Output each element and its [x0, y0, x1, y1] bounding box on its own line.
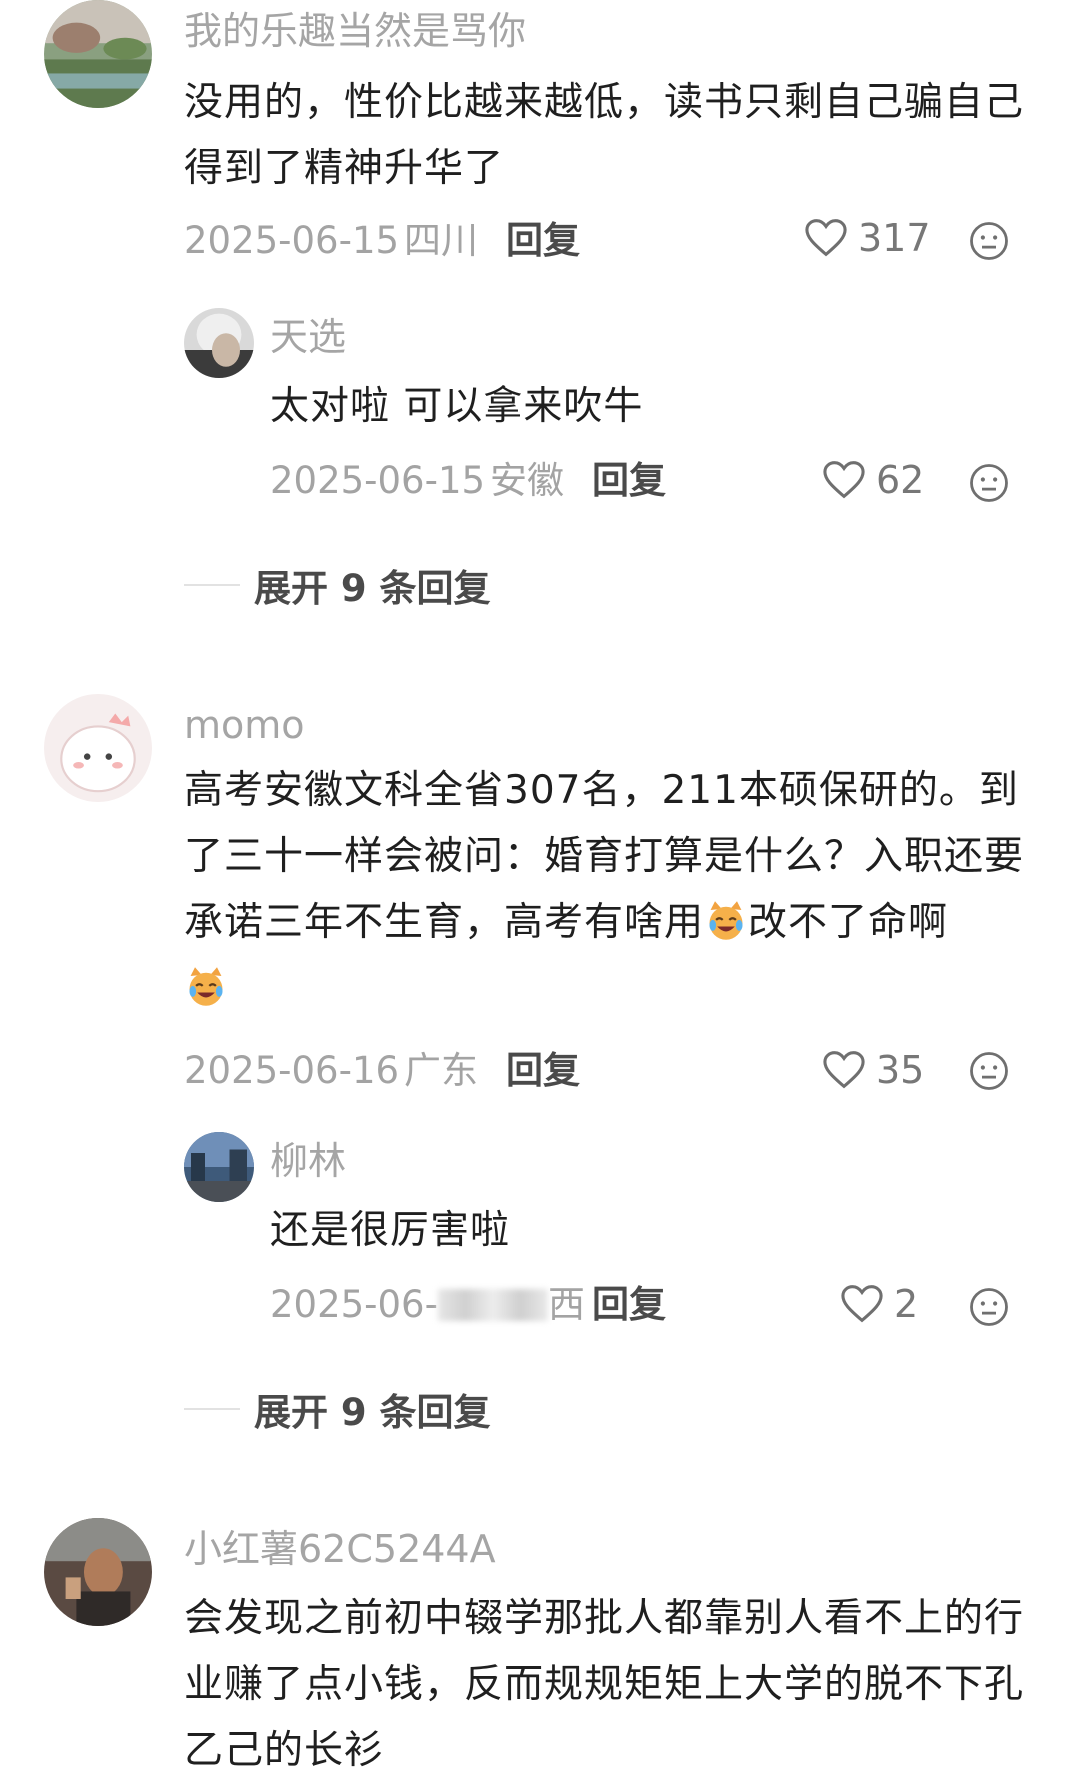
reply-date: 2025-06-15: [270, 459, 486, 502]
comment-text: 没用的，性价比越来越低，读书只剩自己骗自己得到了精神升华了: [184, 80, 1025, 191]
like-button[interactable]: 35: [822, 1050, 924, 1090]
neutral-face-icon[interactable]: [968, 1286, 1010, 1328]
like-count: 35: [876, 1048, 925, 1092]
comment-location: 广东: [404, 1049, 478, 1092]
heart-outline-icon: [841, 1285, 883, 1323]
comment-location: 四川: [404, 219, 478, 262]
like-button[interactable]: 317: [804, 218, 931, 258]
like-button[interactable]: 2: [840, 1284, 918, 1324]
comment-text-part2: 改不了命啊: [748, 900, 949, 945]
selfie-avatar-image: [44, 1518, 152, 1626]
heart-outline-icon: [805, 219, 847, 257]
crying-laughing-cat-emoji: [189, 967, 223, 1006]
username[interactable]: 小红薯62C5244A: [184, 1530, 496, 1568]
username[interactable]: momo: [184, 706, 305, 744]
reply-location-partial: 西: [547, 1283, 585, 1326]
username[interactable]: 我的乐趣当然是骂你: [184, 12, 526, 50]
neutral-face-icon[interactable]: [968, 1050, 1010, 1092]
divider-line: [184, 1408, 240, 1410]
comment-text: 高考安徽文科全省307名，211本硕保研的。到了三十一样会被问：婚育打算是什么？…: [184, 758, 1036, 1022]
like-count: 2: [894, 1282, 919, 1326]
expand-replies-button[interactable]: 展开 9 条回复: [184, 558, 491, 612]
reply-button[interactable]: 回复: [506, 222, 580, 259]
blurred-region: [437, 1289, 548, 1321]
like-count: 317: [858, 216, 931, 260]
expand-label: 展开 9 条回复: [254, 567, 491, 610]
street-avatar-image: [184, 1132, 254, 1202]
neutral-face-icon[interactable]: [968, 220, 1010, 262]
neutral-face-icon[interactable]: [968, 462, 1010, 504]
comment-date: 2025-06-15: [184, 219, 400, 262]
divider-line: [184, 584, 240, 586]
reply-button[interactable]: 回复: [592, 1286, 666, 1323]
expand-replies-button[interactable]: 展开 9 条回复: [184, 1382, 491, 1436]
reply-text: 太对啦 可以拿来吹牛: [270, 384, 644, 429]
reply-username[interactable]: 柳林: [270, 1142, 346, 1180]
avatar[interactable]: [44, 0, 152, 108]
comment-text: 会发现之前初中辍学那批人都靠别人看不上的行业赚了点小钱，反而规规矩矩上大学的脱不…: [184, 1596, 1025, 1773]
comment-date: 2025-06-16: [184, 1049, 400, 1092]
reply-date: 2025-06- 西: [270, 1286, 585, 1323]
heart-outline-icon: [823, 461, 865, 499]
avatar[interactable]: [44, 694, 152, 802]
like-count: 62: [876, 458, 925, 502]
reply-username[interactable]: 天选: [270, 318, 346, 356]
avatar[interactable]: [44, 1518, 152, 1626]
person-avatar-image: [184, 308, 254, 378]
reply-location: 安徽: [490, 459, 564, 502]
reply-date-partial: 2025-06-: [270, 1283, 438, 1326]
landscape-avatar-image: [44, 0, 152, 108]
heart-outline-icon: [823, 1051, 865, 1089]
reply-avatar[interactable]: [184, 308, 254, 378]
crying-laughing-cat-emoji: [709, 901, 743, 940]
reply-avatar[interactable]: [184, 1132, 254, 1202]
reply-text: 还是很厉害啦: [270, 1208, 511, 1253]
like-button[interactable]: 62: [822, 460, 924, 500]
expand-label: 展开 9 条回复: [254, 1391, 491, 1434]
reply-button[interactable]: 回复: [506, 1052, 580, 1089]
cartoon-avatar-image: [44, 694, 152, 802]
reply-button[interactable]: 回复: [592, 462, 666, 499]
